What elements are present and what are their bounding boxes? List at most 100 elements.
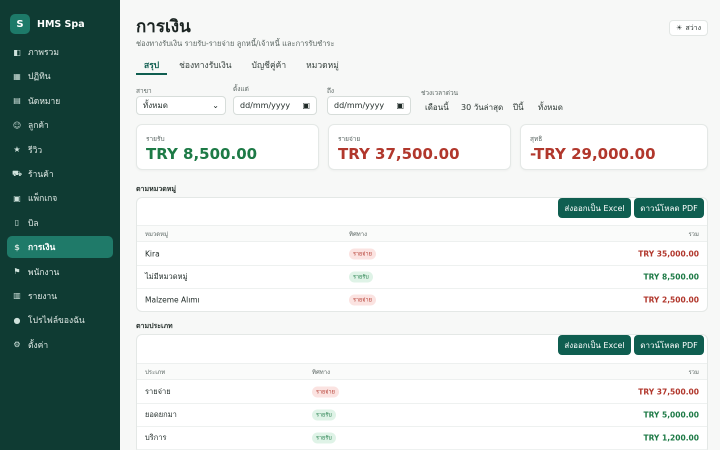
column-header-type: ประเภท [145,368,166,376]
column-header-direction: ทิศทาง [349,230,368,238]
category-table-card: ส่งออกเป็น Excel ดาวน์โหลด PDF หมวดหมู่ … [136,197,708,312]
to-date-placeholder: dd/mm/yyyy [334,101,385,110]
branch-label: สาขา [136,87,152,95]
export-excel-button[interactable]: ส่งออกเป็น Excel [558,335,631,355]
sidebar-item[interactable]: ▯ บิล [7,212,113,234]
from-date-input[interactable]: dd/mm/yyyy ▣ [233,96,317,115]
to-date-input[interactable]: dd/mm/yyyy ▣ [327,96,411,115]
theme-label: สว่าง [685,23,701,32]
row-name: รายจ่าย [145,387,171,396]
income-value: TRY 8,500.00 [146,145,258,163]
row-name: ไม่มีหมวดหมู่ [145,272,188,281]
from-date-placeholder: dd/mm/yyyy [240,101,291,110]
net-card: สุทธิ -TRY 29,000.00 [520,124,708,170]
row-total: TRY 5,000.00 [643,410,699,420]
theme-toggle-button[interactable]: ☀ สว่าง [669,20,708,36]
table-header: ประเภท ทิศทาง รวม [137,363,707,380]
package-icon: ▣ [13,193,21,203]
finance-icon: $ [14,242,20,252]
quick-range-all[interactable]: ทั้งหมด [538,101,563,114]
cart-icon: ⛟ [12,168,23,178]
tab[interactable]: หมวดหมู่ [298,57,347,75]
export-excel-button[interactable]: ส่งออกเป็น Excel [558,198,631,218]
sidebar-item[interactable]: ⚙ ตั้งค่า [7,334,113,356]
row-total: TRY 1,200.00 [643,433,699,443]
sidebar-item[interactable]: $ การเงิน [7,236,113,259]
brand-name: HMS Spa [37,18,85,30]
quick-range-this-year[interactable]: ปีนี้ [513,101,524,114]
sidebar-item[interactable]: ★ รีวิว [7,139,113,161]
expense-value: TRY 37,500.00 [338,145,460,163]
main-content: การเงิน ช่องทางรับเงิน รายรับ-รายจ่าย ลู… [120,0,720,450]
sidebar-item[interactable]: ▤ นัดหมาย [7,90,113,112]
calendar-icon: ▣ [302,101,310,110]
report-icon: ▥ [13,291,21,301]
expense-label: รายจ่าย [338,135,361,143]
row-total: TRY 35,000.00 [638,249,699,259]
direction-badge: รายจ่าย [349,294,376,306]
customer-icon: ☺ [12,120,22,130]
sidebar-item[interactable]: ☺ ลูกค้า [7,114,113,136]
page-subtitle: ช่องทางรับเงิน รายรับ-รายจ่าย ลูกหนี้/เจ… [136,39,335,48]
table-row: บริการ รายรับ TRY 1,200.00 [137,427,707,450]
table-row: ไม่มีหมวดหมู่ รายรับ TRY 8,500.00 [137,266,707,289]
type-section-title: ตามประเภท [136,322,173,330]
row-total: TRY 37,500.00 [638,387,699,397]
sidebar-item-label: แพ็กเกจ [28,194,58,205]
direction-badge: รายจ่าย [312,386,339,398]
row-name: Malzeme Alımı [145,295,200,305]
table-row: Malzeme Alımı รายจ่าย TRY 2,500.00 [137,289,707,311]
quick-range-30-days[interactable]: 30 วันล่าสุด [461,101,503,114]
sidebar: S HMS Spa ◧ ภาพรวม ▦ ปฏิทิน ▤ นัดหมาย ☺ ลูกค้า ★… [0,0,120,450]
profile-icon: ● [13,315,21,325]
dashboard-icon: ◧ [13,47,21,57]
from-date-label: ตั้งแต่ [233,85,249,93]
sidebar-item-label: นัดหมาย [28,96,61,107]
net-value: -TRY 29,000.00 [530,145,656,163]
income-card: รายรับ TRY 8,500.00 [136,124,319,170]
sidebar-item-label: บิล [28,218,39,229]
download-pdf-button[interactable]: ดาวน์โหลด PDF [634,335,704,355]
flag-icon: ⚑ [13,267,21,277]
row-total: TRY 8,500.00 [643,272,699,282]
category-section-title: ตามหมวดหมู่ [136,185,177,193]
sidebar-item[interactable]: ● โปรไฟล์ของฉัน [7,309,113,331]
row-total: TRY 2,500.00 [643,295,699,305]
column-header-direction: ทิศทาง [312,368,331,376]
table-row: ยอดยกมา รายรับ TRY 5,000.00 [137,404,707,427]
tab[interactable]: บัญชีคู่ค้า [244,57,295,75]
sun-icon: ☀ [676,24,683,32]
tab[interactable]: ช่องทางรับเงิน [171,57,239,75]
quick-range-this-month[interactable]: เดือนนี้ [425,101,449,114]
sidebar-item-label: ลูกค้า [28,121,49,132]
download-pdf-button[interactable]: ดาวน์โหลด PDF [634,198,704,218]
branch-select-value: ทั้งหมด [143,101,168,110]
sidebar-item[interactable]: ▦ ปฏิทิน [7,65,113,87]
sidebar-item[interactable]: ◧ ภาพรวม [7,41,113,63]
sidebar-item-label: รีวิว [28,145,43,156]
sidebar-item[interactable]: ⚑ พนักงาน [7,261,113,283]
chevron-down-icon: ⌄ [212,101,219,110]
table-row: Kira รายจ่าย TRY 35,000.00 [137,243,707,266]
direction-badge: รายจ่าย [349,248,376,260]
direction-badge: รายรับ [312,409,336,421]
branch-select[interactable]: ทั้งหมด ⌄ [136,96,226,115]
column-header-total: รวม [688,230,699,238]
calendar-icon: ▦ [13,71,21,81]
direction-badge: รายรับ [312,432,336,444]
sidebar-item[interactable]: ▣ แพ็กเกจ [7,187,113,209]
row-name: บริการ [145,433,167,442]
tab-bar: สรุป ช่องทางรับเงิน บัญชีคู่ค้า หมวดหมู่ [136,57,347,75]
income-label: รายรับ [146,135,165,143]
tab[interactable]: สรุป [136,57,168,75]
sidebar-item[interactable]: ▥ รายงาน [7,285,113,307]
table-header: หมวดหมู่ ทิศทาง รวม [137,225,707,242]
expense-card: รายจ่าย TRY 37,500.00 [328,124,511,170]
sidebar-item-label: ปฏิทิน [28,72,51,83]
sidebar-item[interactable]: ⛟ ร้านค้า [7,163,113,185]
sidebar-item-label: โปรไฟล์ของฉัน [28,316,85,327]
quick-range-label: ช่วงเวลาด่วน [421,89,459,97]
brand[interactable]: S HMS Spa [0,0,120,38]
column-header-total: รวม [688,368,699,376]
brand-logo: S [10,14,30,34]
